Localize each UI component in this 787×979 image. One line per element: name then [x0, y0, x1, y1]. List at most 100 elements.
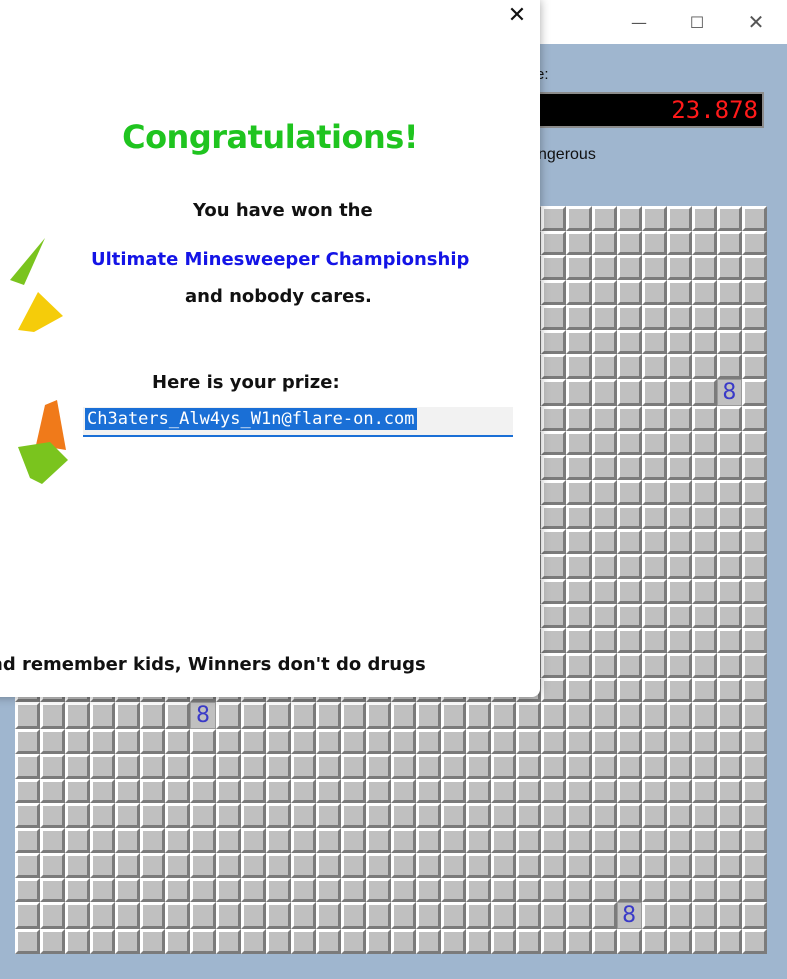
covered-cell[interactable] [641, 554, 667, 579]
covered-cell[interactable] [566, 877, 592, 903]
covered-cell[interactable] [115, 902, 141, 930]
covered-cell[interactable] [641, 405, 667, 431]
covered-cell[interactable] [641, 378, 667, 406]
covered-cell[interactable] [541, 877, 567, 903]
covered-cell[interactable] [265, 754, 291, 779]
covered-cell[interactable] [165, 828, 191, 853]
covered-cell[interactable] [616, 778, 642, 804]
covered-cell[interactable] [591, 852, 617, 878]
covered-cell[interactable] [215, 929, 241, 954]
covered-cell[interactable] [541, 206, 567, 231]
covered-cell[interactable] [140, 778, 166, 804]
covered-cell[interactable] [566, 206, 592, 231]
covered-cell[interactable] [340, 702, 366, 730]
covered-cell[interactable] [741, 729, 767, 755]
covered-cell[interactable] [65, 929, 91, 954]
covered-cell[interactable] [641, 504, 667, 530]
covered-cell[interactable] [716, 603, 742, 629]
covered-cell[interactable] [641, 803, 667, 829]
covered-cell[interactable] [741, 455, 767, 481]
covered-cell[interactable] [165, 902, 191, 930]
covered-cell[interactable] [591, 405, 617, 431]
covered-cell[interactable] [616, 929, 642, 954]
covered-cell[interactable] [666, 628, 692, 653]
covered-cell[interactable] [641, 230, 667, 256]
covered-cell[interactable] [40, 877, 66, 903]
covered-cell[interactable] [691, 354, 717, 379]
covered-cell[interactable] [315, 828, 341, 853]
covered-cell[interactable] [566, 378, 592, 406]
covered-cell[interactable] [741, 329, 767, 355]
covered-cell[interactable] [666, 803, 692, 829]
covered-cell[interactable] [591, 902, 617, 930]
covered-cell[interactable] [516, 929, 542, 954]
covered-cell[interactable] [215, 828, 241, 853]
covered-cell[interactable] [240, 803, 266, 829]
covered-cell[interactable] [666, 304, 692, 330]
covered-cell[interactable] [391, 754, 417, 779]
covered-cell[interactable] [566, 230, 592, 256]
covered-cell[interactable] [641, 529, 667, 555]
covered-cell[interactable] [616, 504, 642, 530]
covered-cell[interactable] [691, 480, 717, 505]
covered-cell[interactable] [691, 852, 717, 878]
covered-cell[interactable] [541, 652, 567, 678]
covered-cell[interactable] [666, 754, 692, 779]
covered-cell[interactable] [591, 206, 617, 231]
covered-cell[interactable] [190, 729, 216, 755]
covered-cell[interactable] [365, 778, 391, 804]
covered-cell[interactable] [90, 852, 116, 878]
covered-cell[interactable] [391, 877, 417, 903]
covered-cell[interactable] [591, 230, 617, 256]
covered-cell[interactable] [741, 803, 767, 829]
covered-cell[interactable] [90, 729, 116, 755]
covered-cell[interactable] [340, 778, 366, 804]
covered-cell[interactable] [265, 729, 291, 755]
covered-cell[interactable] [290, 828, 316, 853]
covered-cell[interactable] [90, 803, 116, 829]
covered-cell[interactable] [15, 778, 41, 804]
covered-cell[interactable] [240, 902, 266, 930]
covered-cell[interactable] [40, 828, 66, 853]
covered-cell[interactable] [541, 852, 567, 878]
covered-cell[interactable] [165, 803, 191, 829]
covered-cell[interactable] [441, 902, 467, 930]
covered-cell[interactable] [591, 929, 617, 954]
covered-cell[interactable] [591, 828, 617, 853]
covered-cell[interactable] [516, 877, 542, 903]
maximize-button[interactable]: ☐ [674, 6, 720, 38]
covered-cell[interactable] [591, 578, 617, 604]
covered-cell[interactable] [741, 529, 767, 555]
covered-cell[interactable] [441, 877, 467, 903]
covered-cell[interactable] [666, 206, 692, 231]
covered-cell[interactable] [541, 929, 567, 954]
covered-cell[interactable] [290, 902, 316, 930]
covered-cell[interactable] [290, 729, 316, 755]
covered-cell[interactable] [641, 206, 667, 231]
covered-cell[interactable] [591, 554, 617, 579]
covered-cell[interactable] [616, 430, 642, 456]
covered-cell[interactable] [240, 852, 266, 878]
covered-cell[interactable] [691, 455, 717, 481]
covered-cell[interactable] [741, 206, 767, 231]
covered-cell[interactable] [340, 828, 366, 853]
covered-cell[interactable] [365, 852, 391, 878]
covered-cell[interactable] [40, 852, 66, 878]
covered-cell[interactable] [541, 405, 567, 431]
revealed-cell[interactable]: 8 [716, 378, 742, 406]
covered-cell[interactable] [491, 778, 517, 804]
covered-cell[interactable] [15, 702, 41, 730]
covered-cell[interactable] [40, 729, 66, 755]
covered-cell[interactable] [190, 929, 216, 954]
covered-cell[interactable] [566, 480, 592, 505]
covered-cell[interactable] [140, 852, 166, 878]
covered-cell[interactable] [741, 405, 767, 431]
covered-cell[interactable] [190, 754, 216, 779]
covered-cell[interactable] [716, 304, 742, 330]
covered-cell[interactable] [591, 430, 617, 456]
covered-cell[interactable] [541, 230, 567, 256]
covered-cell[interactable] [641, 280, 667, 305]
covered-cell[interactable] [591, 677, 617, 703]
covered-cell[interactable] [65, 754, 91, 779]
covered-cell[interactable] [541, 529, 567, 555]
